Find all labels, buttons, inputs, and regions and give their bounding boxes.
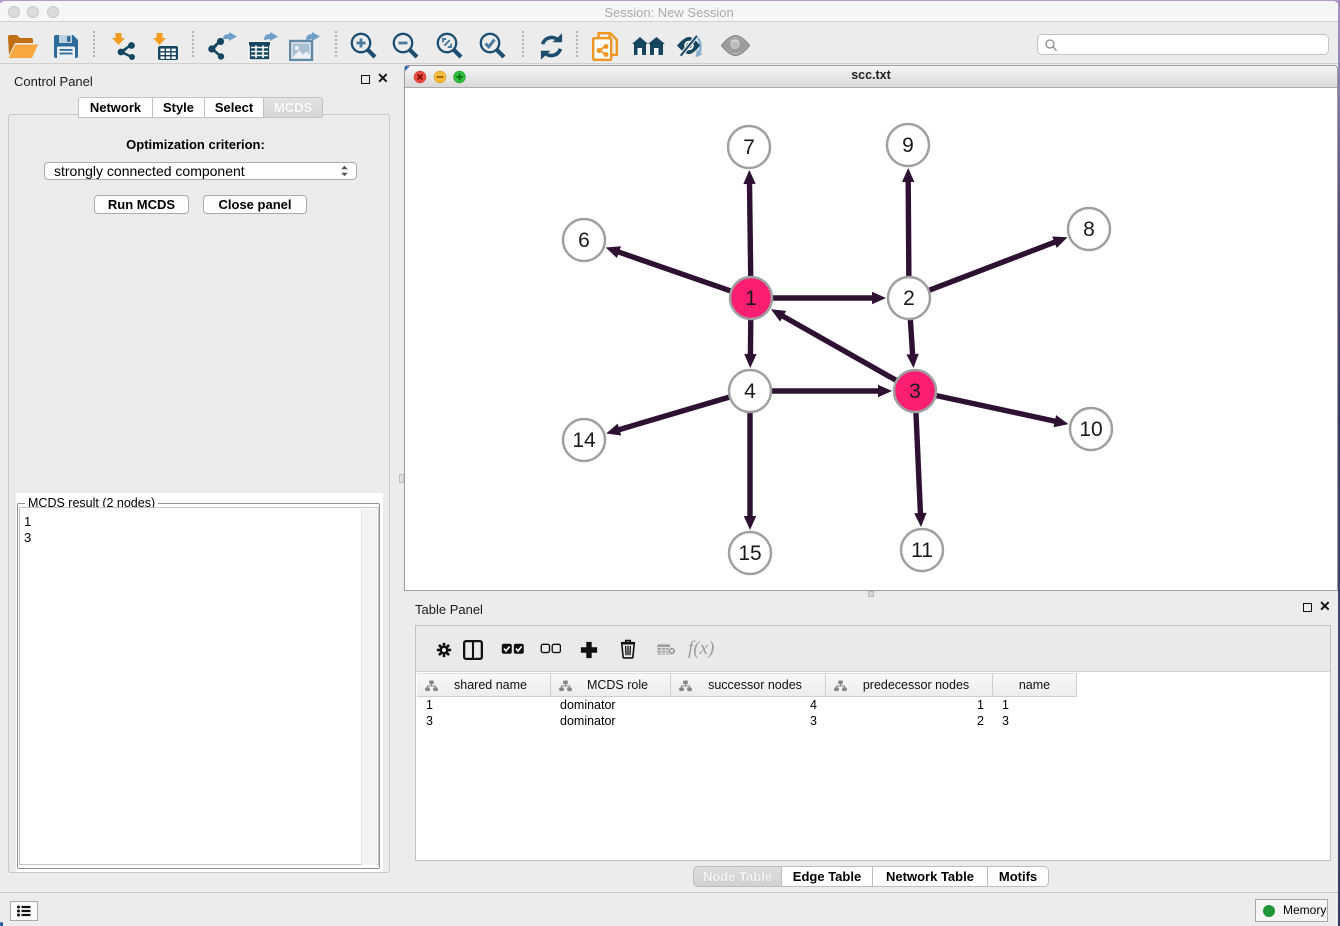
svg-text:6: 6 bbox=[578, 229, 590, 252]
svg-text:15: 15 bbox=[738, 542, 761, 565]
svg-text:9: 9 bbox=[902, 134, 914, 157]
svg-text:11: 11 bbox=[911, 539, 933, 562]
svg-text:8: 8 bbox=[1083, 218, 1095, 241]
svg-text:1: 1 bbox=[745, 287, 757, 310]
svg-text:14: 14 bbox=[572, 429, 596, 452]
svg-text:7: 7 bbox=[743, 136, 755, 159]
svg-text:3: 3 bbox=[909, 380, 921, 403]
svg-text:10: 10 bbox=[1079, 418, 1102, 441]
svg-text:4: 4 bbox=[744, 380, 756, 403]
svg-text:2: 2 bbox=[903, 287, 915, 310]
